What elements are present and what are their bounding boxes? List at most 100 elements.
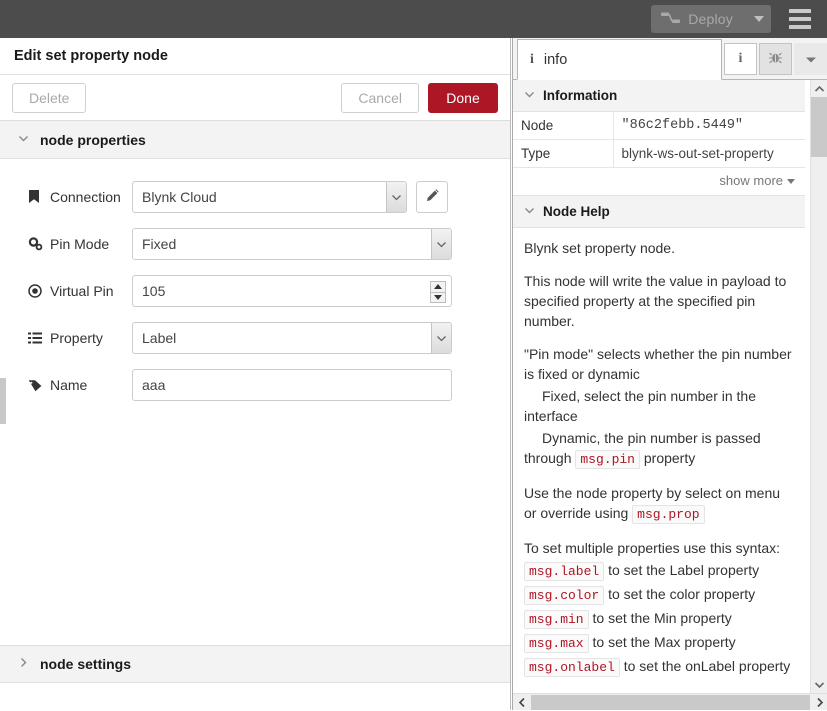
delete-button[interactable]: Delete	[12, 82, 87, 113]
list-icon	[28, 332, 45, 344]
chevron-down-icon	[524, 205, 535, 219]
bug-icon	[768, 50, 783, 68]
deploy-dropdown-button[interactable]	[745, 5, 771, 33]
deploy-button[interactable]: Deploy	[651, 5, 771, 33]
stepper-up-button[interactable]	[431, 282, 445, 293]
code-msg-onlabel: msg.onlabel	[524, 658, 620, 677]
edit-panel-header: Edit set property node	[0, 38, 510, 75]
property-select[interactable]: Label	[132, 322, 452, 354]
property-label: Property	[28, 330, 132, 346]
help-paragraph: msg.max to set the Max property	[524, 632, 793, 654]
deploy-button-main[interactable]: Deploy	[651, 5, 745, 33]
cancel-button[interactable]: Cancel	[341, 82, 419, 113]
form-row-property: Property Label	[0, 322, 510, 354]
scrollbar-thumb-vertical[interactable]	[811, 97, 827, 157]
form-row-pinmode: Pin Mode Fixed	[0, 228, 510, 260]
code-msg-max: msg.max	[524, 634, 589, 653]
help-text-post: property	[639, 450, 696, 466]
node-properties-body: Connection Blynk Cloud Pin Mode Fixed Vi…	[0, 159, 510, 645]
form-row-connection: Connection Blynk Cloud	[0, 181, 510, 213]
help-paragraph: Use the node property by select on menu …	[524, 483, 793, 525]
name-label: Name	[28, 377, 132, 393]
panel-resize-handle[interactable]	[0, 378, 6, 424]
info-key-type: Type	[513, 139, 614, 168]
chevron-down-icon	[431, 323, 451, 353]
info-key-node: Node	[513, 112, 614, 140]
connection-label-text: Connection	[50, 189, 121, 205]
sidebar-content: Information Node "86c2febb.5449" Type bl…	[513, 80, 805, 680]
info-sidebar: i info i Information Node "86c2febb.5449…	[512, 38, 827, 710]
info-icon: i	[738, 51, 743, 66]
information-section-label: Information	[543, 88, 618, 103]
show-more-toggle[interactable]: show more	[513, 168, 805, 196]
top-header-bar: Deploy	[0, 0, 827, 38]
page-title: Edit set property node	[14, 48, 168, 64]
scroll-left-icon[interactable]	[513, 694, 530, 711]
triangle-up-icon	[434, 284, 442, 290]
information-section-header[interactable]: Information	[513, 80, 805, 112]
tab-info-label: info	[543, 51, 568, 68]
chevron-down-icon	[431, 229, 451, 259]
info-tab-button[interactable]: i	[724, 43, 757, 75]
virtual-pin-label: Virtual Pin	[28, 283, 132, 299]
deploy-node-icon	[661, 11, 681, 28]
info-value-node: "86c2febb.5449"	[613, 112, 805, 140]
info-icon: i	[530, 51, 534, 67]
help-paragraph: To set multiple properties use this synt…	[524, 540, 781, 556]
code-msg-pin: msg.pin	[575, 450, 640, 469]
help-paragraph: msg.onlabel to set the onLabel property	[524, 656, 793, 678]
information-table: Node "86c2febb.5449" Type blynk-ws-out-s…	[513, 112, 805, 168]
done-button[interactable]: Done	[428, 82, 498, 113]
chevron-down-icon	[524, 89, 535, 103]
virtual-pin-value: 105	[142, 283, 166, 299]
sidebar-horizontal-scrollbar[interactable]	[513, 693, 827, 710]
pencil-icon	[425, 188, 440, 206]
pinmode-label: Pin Mode	[28, 236, 132, 252]
scroll-right-icon[interactable]	[811, 694, 827, 711]
connection-select[interactable]: Blynk Cloud	[132, 181, 407, 213]
code-msg-color: msg.color	[524, 586, 605, 605]
debug-tab-button[interactable]	[759, 43, 792, 75]
chevron-down-icon	[18, 133, 34, 147]
form-row-name: Name aaa	[0, 369, 510, 401]
caret-down-icon	[787, 179, 795, 185]
node-help-section-header[interactable]: Node Help	[513, 196, 805, 228]
connection-label: Connection	[28, 189, 132, 205]
node-help-section-label: Node Help	[543, 204, 610, 219]
node-settings-section-header[interactable]: node settings	[0, 645, 510, 683]
name-input-value: aaa	[142, 377, 166, 393]
help-text-post: to set the onLabel property	[619, 658, 791, 674]
edit-panel-toolbar: Delete Cancel Done	[0, 75, 510, 121]
sidebar-vertical-scrollbar[interactable]	[810, 80, 827, 693]
virtual-pin-input[interactable]: 105	[132, 275, 452, 307]
help-paragraph: This node will write the value in payloa…	[524, 273, 787, 329]
scrollbar-thumb-horizontal[interactable]	[531, 694, 810, 710]
code-msg-label: msg.label	[524, 562, 605, 581]
pinmode-select[interactable]: Fixed	[132, 228, 452, 260]
hamburger-menu-icon[interactable]	[781, 0, 819, 38]
help-paragraph: Dynamic, the pin number is passed throug…	[524, 428, 793, 470]
help-text-post: to set the Label property	[604, 562, 760, 578]
tab-info[interactable]: i info	[517, 39, 722, 80]
virtual-pin-stepper[interactable]	[430, 281, 446, 303]
connection-select-value: Blynk Cloud	[142, 189, 217, 205]
help-paragraph: msg.label to set the Label property	[524, 560, 793, 582]
sidebar-scroll-area: Information Node "86c2febb.5449" Type bl…	[513, 80, 827, 710]
deploy-button-label: Deploy	[688, 11, 733, 27]
name-input[interactable]: aaa	[132, 369, 452, 401]
virtual-pin-label-text: Virtual Pin	[50, 283, 114, 299]
help-paragraph: msg.color to set the color property	[524, 584, 793, 606]
edit-connection-button[interactable]	[416, 181, 448, 213]
chevron-right-icon	[18, 657, 34, 671]
help-text-post: to set the Min property	[588, 610, 732, 626]
scroll-down-icon[interactable]	[811, 676, 827, 693]
sidebar-menu-button[interactable]	[794, 43, 827, 75]
table-row: Node "86c2febb.5449"	[513, 112, 805, 140]
stepper-down-button[interactable]	[431, 293, 445, 303]
help-text-post: to set the Max property	[588, 634, 736, 650]
scroll-up-icon[interactable]	[811, 80, 827, 97]
caret-down-icon	[805, 51, 817, 67]
node-properties-section-header[interactable]: node properties	[0, 121, 510, 159]
node-edit-panel: Edit set property node Delete Cancel Don…	[0, 38, 511, 710]
name-label-text: Name	[50, 377, 88, 393]
